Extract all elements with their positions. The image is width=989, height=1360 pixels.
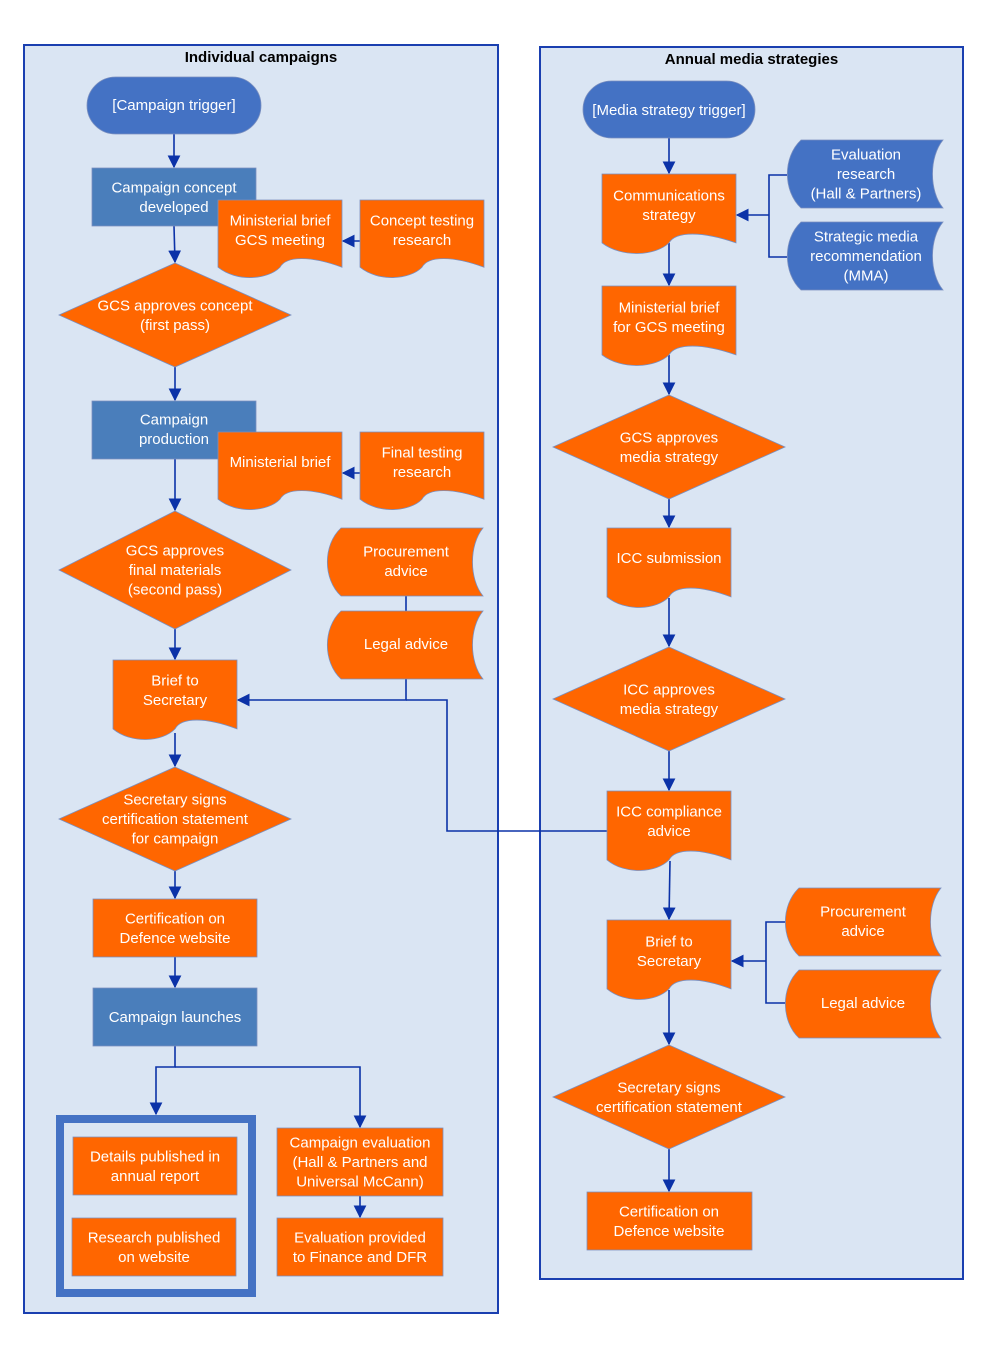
details-published-annual-report-shape xyxy=(72,1136,238,1196)
campaign-concept-process-label: developed xyxy=(139,199,208,216)
procurement-advice-right-label: advice xyxy=(841,923,884,940)
communications-strategy-doc-label: strategy xyxy=(642,207,696,224)
icc-submission-doc-label: ICC submission xyxy=(616,550,721,567)
campaign-launches-process-label: Campaign launches xyxy=(109,1009,242,1026)
final-testing-doc-label: Final testing xyxy=(382,444,463,461)
strategic-media-recommendation-stored-label: (MMA) xyxy=(844,268,889,285)
campaign-production-process-label: production xyxy=(139,431,209,448)
icc-approves-decision-label: media strategy xyxy=(620,701,719,718)
secretary-signs-right-decision-label: Secretary signs xyxy=(617,1079,720,1096)
details-published-annual-report-label: annual report xyxy=(111,1168,200,1185)
gcs-approves-final-decision-label: GCS approves xyxy=(126,543,224,560)
strategic-media-recommendation-stored-label: Strategic media xyxy=(814,229,919,246)
brief-to-secretary-left-doc-label: Brief to xyxy=(151,672,199,689)
edge-compliance-to-brief xyxy=(662,860,676,921)
gcs-approves-media-decision-label: media strategy xyxy=(620,449,719,466)
certification-defence-right-label: Defence website xyxy=(614,1223,725,1240)
evaluation-provided-process-shape xyxy=(276,1217,444,1277)
campaign-trigger-terminal[interactable]: [Campaign trigger] xyxy=(86,76,262,135)
brief-to-secretary-right-doc-label: Brief to xyxy=(645,933,693,950)
communications-strategy-doc-label: Communications xyxy=(613,187,725,204)
gcs-approves-final-decision-label: final materials xyxy=(129,562,222,579)
procurement-advice-right[interactable]: Procurement advice xyxy=(784,887,942,957)
procurement-advice-left-label: advice xyxy=(384,563,427,580)
strategic-media-recommendation-stored[interactable]: Strategic media recommendation (MMA) xyxy=(786,221,944,291)
panel-individual-campaigns-title: Individual campaigns xyxy=(185,49,338,66)
concept-testing-doc-label: Concept testing xyxy=(370,212,474,229)
certification-defence-right[interactable]: Certification on Defence website xyxy=(586,1191,753,1251)
flowchart-canvas: Individual campaigns Annual media strateg… xyxy=(23,44,964,1314)
certification-defence-left-shape xyxy=(92,898,258,958)
ministerial-brief-doc-label: Ministerial brief xyxy=(230,454,332,471)
evaluation-provided-process-label: to Finance and DFR xyxy=(293,1249,427,1266)
campaign-evaluation-process-label: Campaign evaluation xyxy=(290,1135,431,1152)
evaluation-provided-process[interactable]: Evaluation provided to Finance and DFR xyxy=(276,1217,444,1277)
ministerial-brief-gcs-right-doc-label: for GCS meeting xyxy=(613,319,725,336)
edge-concept-to-gcs1 xyxy=(168,225,182,264)
brief-to-secretary-left-doc-label: Secretary xyxy=(143,692,208,709)
campaign-evaluation-process-label: Universal McCann) xyxy=(296,1174,424,1191)
evaluation-research-stored[interactable]: Evaluation research (Hall & Partners) xyxy=(786,139,944,209)
campaign-launches-process[interactable]: Campaign launches xyxy=(92,987,258,1047)
certification-defence-left-label: Defence website xyxy=(120,930,231,947)
legal-advice-right[interactable]: Legal advice xyxy=(784,969,942,1039)
legal-advice-right-label: Legal advice xyxy=(821,995,905,1012)
certification-defence-left[interactable]: Certification on Defence website xyxy=(92,898,258,958)
research-published-website-label: on website xyxy=(118,1249,190,1266)
campaign-evaluation-process[interactable]: Campaign evaluation (Hall & Partners and U… xyxy=(276,1127,444,1197)
gcs-approves-media-decision-label: GCS approves xyxy=(620,429,718,446)
certification-defence-right-label: Certification on xyxy=(619,1203,719,1220)
icc-approves-decision-label: ICC approves xyxy=(623,681,715,698)
gcs-approves-concept-decision-label: (first pass) xyxy=(140,317,210,334)
ministerial-brief-gcs-doc-label: GCS meeting xyxy=(235,232,325,249)
final-testing-doc-label: research xyxy=(393,464,451,481)
details-published-annual-report[interactable]: Details published in annual report xyxy=(72,1136,238,1196)
secretary-signs-campaign-decision-label: certification statement xyxy=(102,811,249,828)
evaluation-provided-process-label: Evaluation provided xyxy=(294,1229,426,1246)
icc-compliance-advice-doc-label: ICC compliance xyxy=(616,803,722,820)
ministerial-brief-gcs-right-doc-label: Ministerial brief xyxy=(619,299,721,316)
media-strategy-trigger-terminal[interactable]: [Media strategy trigger] xyxy=(582,80,756,139)
procurement-advice-right-label: Procurement xyxy=(820,903,907,920)
legal-advice-left[interactable]: Legal advice xyxy=(326,610,484,680)
media-strategy-trigger-terminal-label: [Media strategy trigger] xyxy=(592,102,745,119)
ministerial-brief-gcs-doc-label: Ministerial brief xyxy=(230,212,332,229)
strategic-media-recommendation-stored-label: recommendation xyxy=(810,248,922,265)
evaluation-research-stored-label: (Hall & Partners) xyxy=(811,186,922,203)
evaluation-research-stored-label: Evaluation xyxy=(831,147,901,164)
campaign-trigger-terminal-label: [Campaign trigger] xyxy=(112,97,235,114)
brief-to-secretary-right-doc-label: Secretary xyxy=(637,953,702,970)
panel-annual-media-strategies-title: Annual media strategies xyxy=(665,51,838,68)
research-published-website-shape xyxy=(71,1217,237,1277)
procurement-advice-left[interactable]: Procurement advice xyxy=(326,527,484,597)
details-published-annual-report-label: Details published in xyxy=(90,1148,220,1165)
research-published-website[interactable]: Research published on website xyxy=(71,1217,237,1277)
secretary-signs-right-decision-label: certification statement xyxy=(596,1099,743,1116)
legal-advice-left-label: Legal advice xyxy=(364,636,448,653)
campaign-evaluation-process-label: (Hall & Partners and xyxy=(292,1154,427,1171)
campaign-concept-process-label: Campaign concept xyxy=(111,179,237,196)
gcs-approves-final-decision-label: (second pass) xyxy=(128,582,222,599)
certification-defence-right-shape xyxy=(586,1191,753,1251)
evaluation-research-stored-label: research xyxy=(837,166,895,183)
research-published-website-label: Research published xyxy=(88,1229,221,1246)
gcs-approves-concept-decision-label: GCS approves concept xyxy=(97,297,253,314)
certification-defence-left-label: Certification on xyxy=(125,910,225,927)
concept-testing-doc-label: research xyxy=(393,232,451,249)
procurement-advice-left-label: Procurement xyxy=(363,543,450,560)
icc-compliance-advice-doc-label: advice xyxy=(647,823,690,840)
secretary-signs-campaign-decision-label: for campaign xyxy=(132,831,219,848)
campaign-production-process-label: Campaign xyxy=(140,411,208,428)
secretary-signs-campaign-decision-label: Secretary signs xyxy=(123,792,226,809)
